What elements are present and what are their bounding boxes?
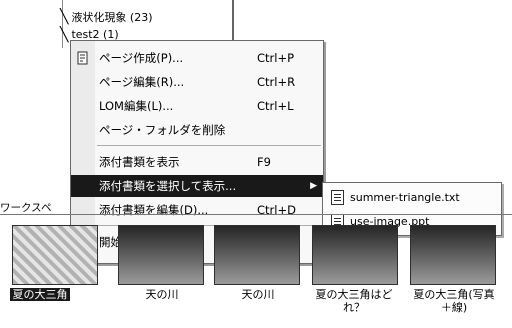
menu-item-label: ページ作成(P)... [99,51,184,65]
menu-item-edit-attachment[interactable]: 添付書類を編集(D)... Ctrl+D [71,199,323,221]
menu-item-shortcut: Ctrl+L [257,99,294,113]
tree-splitter[interactable] [232,0,234,40]
thumbnail[interactable] [312,225,398,285]
thumbnail-caption[interactable]: 夏の大三角(写真＋線) [408,288,500,314]
menu-item-edit-page[interactable]: ページ編集(R)... Ctrl+R [71,71,323,93]
menu-item-label: 添付書類を編集(D)... [99,203,209,217]
tree-leaf-icon: ╲ [60,9,69,25]
text-file-icon [331,189,344,205]
thumbnail[interactable] [214,225,300,285]
thumbnail-caption[interactable]: 天の川 [116,288,208,301]
menu-item-label: 添付書類を表示 [99,155,180,169]
menu-item-shortcut: Ctrl+P [257,51,295,65]
menu-item-shortcut: Ctrl+R [257,75,296,89]
workspace-label: ワークスペ [0,202,52,214]
menu-separator [97,145,321,146]
tree-item-label: 液状化現象 (23) [71,11,153,24]
menu-item-label: ページ編集(R)... [99,75,185,89]
thumbnail[interactable] [12,225,98,285]
submenu-arrow-icon: ▶ [310,181,317,191]
page-icon [77,51,88,65]
menu-item-select-show-attachment[interactable]: 添付書類を選択して表示... ▶ [71,175,323,197]
menu-item-label: LOM編集(L)... [99,99,174,113]
menu-item-delete-page-folder[interactable]: ページ・フォルダを削除 [71,119,323,141]
menu-item-edit-lom[interactable]: LOM編集(L)... Ctrl+L [71,95,323,117]
menu-item-label: 添付書類を選択して表示... [99,179,237,193]
thumbnail-caption[interactable]: 天の川 [212,288,304,301]
menu-item-show-attachment[interactable]: 添付書類を表示 F9 [71,151,323,173]
tree-item-ekijoka[interactable]: ╲ 液状化現象 (23) [60,9,153,25]
menu-item-create-page[interactable]: ページ作成(P)... Ctrl+P [71,47,323,69]
submenu-item-summer-triangle[interactable]: summer-triangle.txt [323,185,501,209]
submenu-item-label: summer-triangle.txt [350,190,460,204]
thumbnail[interactable] [410,225,496,285]
workspace-divider [0,214,512,215]
tree-leaf-icon: ╲ [60,26,69,43]
menu-item-label: ページ・フォルダを削除 [99,123,226,137]
thumbnail[interactable] [118,225,204,285]
menu-item-shortcut: F9 [257,155,271,169]
thumbnail-caption[interactable]: 夏の大三角はどれ？ [308,288,400,314]
thumbnail-caption[interactable]: 夏の大三角 [10,288,70,301]
